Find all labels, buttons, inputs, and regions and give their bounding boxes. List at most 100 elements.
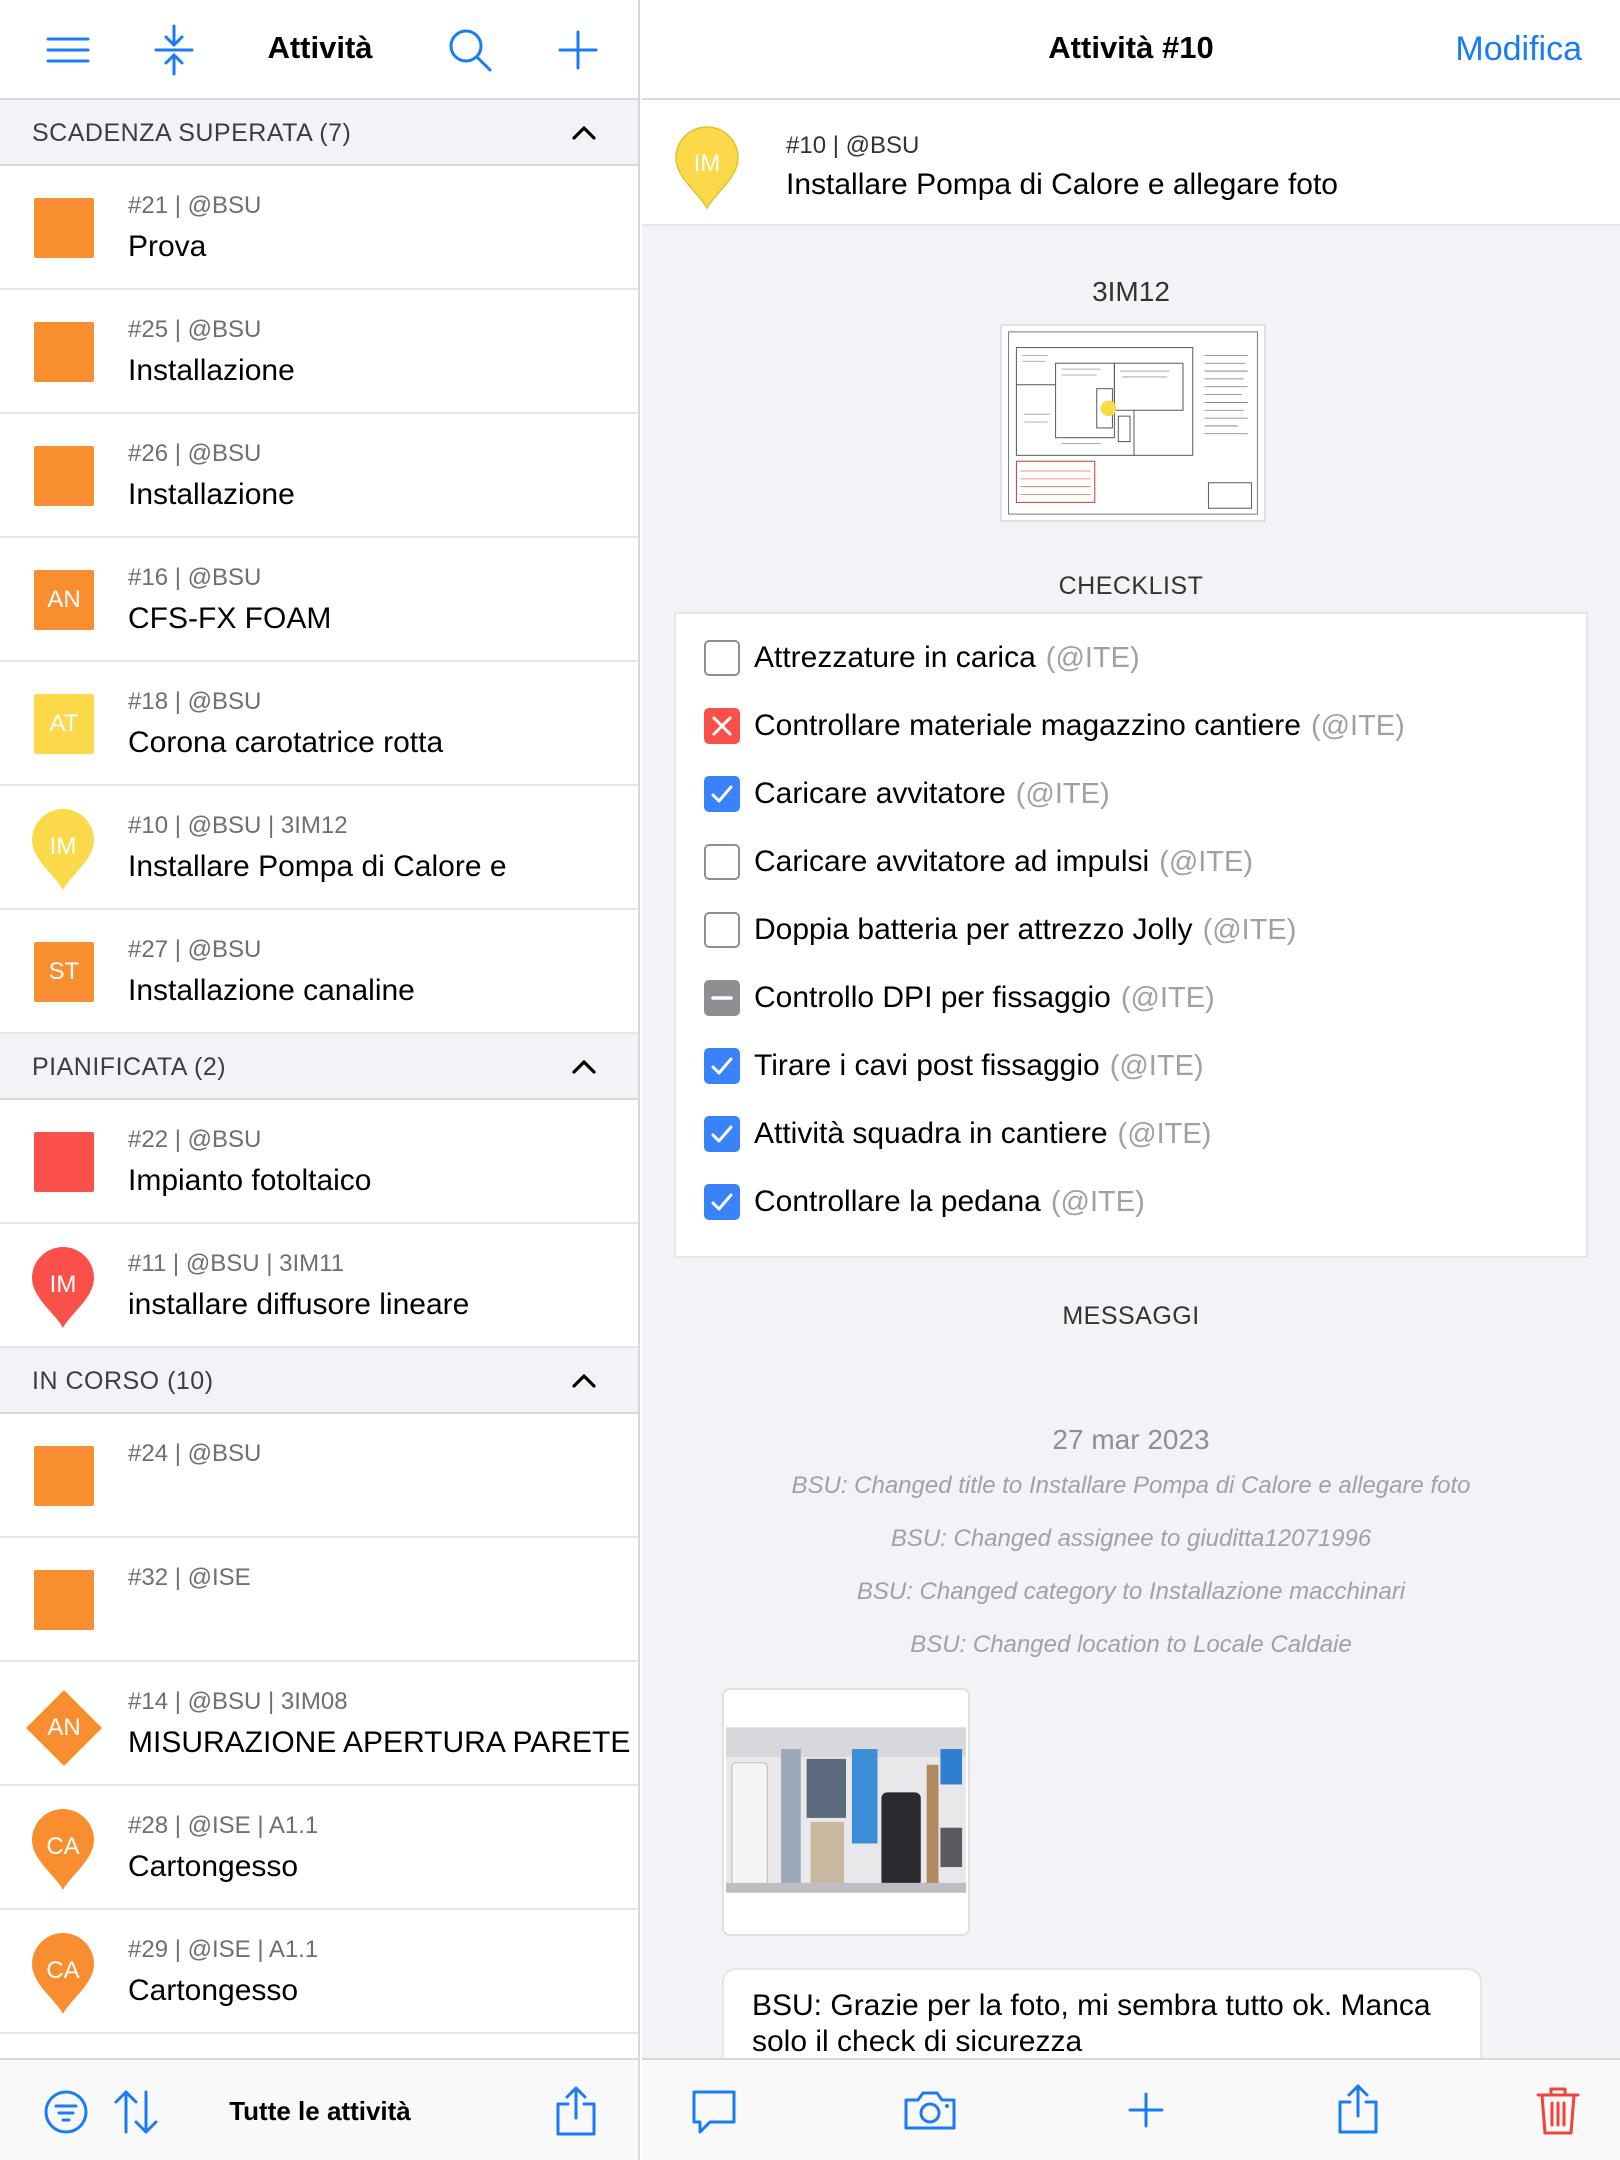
checkbox-checked-icon[interactable] — [704, 776, 740, 812]
task-summary: IM #10 | @BSU Installare Pompa di Calore… — [642, 100, 1620, 226]
checklist-item-assignee: (@ITE) — [1015, 777, 1110, 810]
task-name: Cartongesso — [128, 1850, 299, 1883]
task-row[interactable]: AN #14 | @BSU | 3IM08 MISURAZIONE APERTURA… — [0, 1662, 638, 1786]
task-row[interactable]: #25 | @BSU Installazione — [0, 290, 638, 414]
checkbox-unchecked-icon[interactable] — [704, 640, 740, 676]
task-name: Installazione — [128, 478, 295, 511]
checklist-item-label: Controllare materiale magazzino cantiere — [754, 709, 1301, 742]
task-row[interactable]: IM #10 | @BSU | 3IM12 Installare Pompa di … — [0, 786, 638, 910]
category-square-icon — [34, 322, 94, 382]
sort-icon[interactable] — [108, 2084, 164, 2140]
task-row[interactable]: AT #18 | @BSU Corona carotatrice rotta — [0, 662, 638, 786]
category-pin-icon: CA — [30, 1808, 96, 1892]
task-row[interactable]: #24 | @BSU — [0, 1414, 638, 1538]
task-row[interactable]: #26 | @BSU Installazione — [0, 414, 638, 538]
category-code: AT — [49, 710, 79, 737]
category-pin-icon: IM — [30, 1246, 96, 1330]
task-meta: #10 | @BSU — [786, 132, 920, 159]
checklist-item[interactable]: Controllo DPI per fissaggio (@ITE) — [704, 972, 1215, 1024]
checklist-item[interactable]: Caricare avvitatore (@ITE) — [704, 768, 1110, 820]
checkbox-na-icon[interactable] — [704, 980, 740, 1016]
checklist-item[interactable]: Controllare materiale magazzino cantiere… — [704, 700, 1405, 752]
attached-photo[interactable] — [722, 1688, 970, 1936]
task-meta: #11 | @BSU | 3IM11 — [128, 1250, 345, 1277]
checklist-item-label: Tirare i cavi post fissaggio — [754, 1049, 1100, 1082]
task-meta: #10 | @BSU | 3IM12 — [128, 812, 348, 839]
category-code: CA — [46, 1957, 80, 1984]
section-header[interactable]: IN CORSO (10) — [0, 1348, 638, 1414]
checkbox-unchecked-icon[interactable] — [704, 844, 740, 880]
camera-icon[interactable] — [902, 2082, 958, 2138]
checklist-item-assignee: (@ITE) — [1109, 1049, 1204, 1082]
section-header[interactable]: PIANIFICATA (2) — [0, 1034, 638, 1100]
share-icon[interactable] — [1330, 2082, 1386, 2138]
checklist: Attrezzature in carica (@ITE) Controllare … — [674, 612, 1588, 1258]
task-row[interactable]: #21 | @BSU Prova — [0, 166, 638, 290]
checkbox-checked-icon[interactable] — [704, 1184, 740, 1220]
task-row[interactable]: CA #29 | @ISE | A1.1 Cartongesso — [0, 1910, 638, 2034]
checkbox-checked-icon[interactable] — [704, 1048, 740, 1084]
checklist-title: CHECKLIST — [1058, 572, 1204, 600]
collapse-icon[interactable] — [146, 22, 202, 78]
section-title: SCADENZA SUPERATA (7) — [32, 119, 352, 147]
checklist-item[interactable]: Caricare avvitatore ad impulsi (@ITE) — [704, 836, 1253, 888]
checklist-item[interactable]: Doppia batteria per attrezzo Jolly (@ITE) — [704, 904, 1296, 956]
category-square-icon — [34, 1132, 94, 1192]
category-square-icon: AT — [34, 694, 94, 754]
detail-header: Attività #10 Modifica — [642, 0, 1620, 100]
chevron-up-icon[interactable] — [570, 1367, 598, 1395]
category-code: CA — [46, 1833, 80, 1860]
checklist-item-assignee: (@ITE) — [1117, 1117, 1212, 1150]
task-row[interactable]: AN #16 | @BSU CFS-FX FOAM — [0, 538, 638, 662]
footer-title: Tutte le attività — [229, 2096, 411, 2126]
checkbox-unchecked-icon[interactable] — [704, 912, 740, 948]
list-title: Attività — [267, 30, 373, 65]
edit-button[interactable]: Modifica — [1455, 30, 1582, 69]
filter-icon[interactable] — [38, 2084, 94, 2140]
chevron-up-icon[interactable] — [570, 119, 598, 147]
add-icon[interactable] — [1118, 2082, 1174, 2138]
category-code: AN — [47, 1714, 81, 1741]
menu-icon[interactable] — [40, 22, 96, 78]
task-name: Installazione — [128, 354, 295, 387]
chevron-up-icon[interactable] — [570, 1053, 598, 1081]
add-icon[interactable] — [550, 22, 606, 78]
task-name: installare diffusore lineare — [128, 1288, 470, 1321]
checklist-item-assignee: (@ITE) — [1050, 1185, 1145, 1218]
share-icon[interactable] — [548, 2084, 604, 2140]
checklist-item[interactable]: Attrezzature in carica (@ITE) — [704, 632, 1140, 684]
category-square-icon — [34, 446, 94, 506]
checklist-item[interactable]: Tirare i cavi post fissaggio (@ITE) — [704, 1040, 1204, 1092]
task-meta: #24 | @BSU — [128, 1440, 262, 1467]
task-name: Installare Pompa di Calore e allegare fo… — [786, 168, 1338, 201]
comment-icon[interactable] — [686, 2082, 742, 2138]
task-row[interactable]: ST #27 | @BSU Installazione canaline — [0, 910, 638, 1034]
system-message: BSU: Changed assignee to giuditta1207199… — [890, 1525, 1372, 1552]
floor-plan-thumbnail[interactable] — [1000, 324, 1266, 522]
system-message: BSU: Changed location to Locale Caldaie — [910, 1631, 1352, 1658]
task-list-pane: Attività SCADENZA SUPERATA (7) #21 | @BSU… — [0, 0, 640, 2160]
category-code: ST — [48, 958, 80, 985]
checkbox-checked-icon[interactable] — [704, 1116, 740, 1152]
task-row[interactable]: #32 | @ISE — [0, 1538, 638, 1662]
task-row[interactable]: CA #28 | @ISE | A1.1 Cartongesso — [0, 1786, 638, 1910]
messages-title: MESSAGGI — [1062, 1302, 1200, 1330]
task-meta: #32 | @ISE — [128, 1564, 251, 1591]
task-row[interactable]: #22 | @BSU Impianto fotoltaico — [0, 1100, 638, 1224]
trash-icon[interactable] — [1530, 2082, 1586, 2138]
search-icon[interactable] — [442, 22, 498, 78]
task-name: Installare Pompa di Calore e — [128, 850, 507, 883]
checkbox-failed-icon[interactable] — [704, 708, 740, 744]
task-name: Corona carotatrice rotta — [128, 726, 444, 759]
category-square-icon — [34, 1446, 94, 1506]
task-row[interactable]: IM #11 | @BSU | 3IM11 installare diffusore… — [0, 1224, 638, 1348]
section-title: IN CORSO (10) — [32, 1367, 214, 1395]
checklist-item[interactable]: Controllare la pedana (@ITE) — [704, 1176, 1145, 1228]
section-header[interactable]: SCADENZA SUPERATA (7) — [0, 100, 638, 166]
task-list: SCADENZA SUPERATA (7) #21 | @BSU Prova #25 … — [0, 100, 638, 2034]
checklist-item[interactable]: Attività squadra in cantiere (@ITE) — [704, 1108, 1211, 1160]
category-code: IM — [49, 1271, 77, 1298]
task-meta: #14 | @BSU | 3IM08 — [128, 1688, 348, 1715]
checklist-item-label: Doppia batteria per attrezzo Jolly — [754, 913, 1193, 946]
category-code: IM — [49, 833, 77, 860]
